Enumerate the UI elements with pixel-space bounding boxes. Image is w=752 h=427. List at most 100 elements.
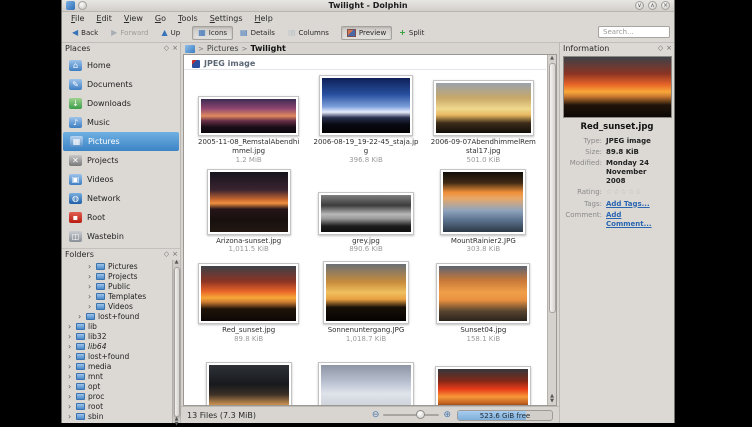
expander-icon[interactable]: › [68, 342, 73, 351]
folder-item-root[interactable]: ›root [62, 401, 180, 411]
expander-icon[interactable]: › [68, 352, 73, 361]
expander-icon[interactable]: › [68, 362, 73, 371]
breadcrumb-root-icon[interactable] [185, 45, 195, 53]
folder-item-projects[interactable]: ›Projects [62, 271, 180, 281]
file-item[interactable]: grey.jpg890.6 KiB [307, 171, 424, 254]
zoom-in-icon[interactable]: ⊕ [443, 410, 451, 420]
place-item-projects[interactable]: ✕Projects [62, 151, 180, 170]
preview-toggle-button[interactable]: Preview [341, 26, 392, 40]
close-button[interactable]: × [661, 1, 670, 10]
file-item[interactable] [425, 350, 542, 406]
place-item-wastebin[interactable]: ◫Wastebin [62, 227, 180, 246]
expander-icon[interactable]: › [68, 382, 73, 391]
file-item[interactable]: Sunset04.jpg158.1 KiB [425, 260, 542, 343]
forward-button[interactable]: ▶ Forward [105, 26, 154, 40]
expander-icon[interactable]: › [68, 402, 73, 411]
folder-item-opt[interactable]: ›opt [62, 381, 180, 391]
folder-item-proc[interactable]: ›proc [62, 391, 180, 401]
menu-item-settings[interactable]: Settings [205, 14, 248, 23]
zoom-out-icon[interactable]: ⊖ [372, 410, 380, 420]
columns-view-button[interactable]: ▥ Columns [282, 26, 335, 40]
file-item[interactable]: 2005-11-08_RemstalAbendhimmel.jpg1.2 MiB [190, 72, 307, 164]
view-scroll-up-icon[interactable]: ▲ [550, 56, 554, 61]
maximize-button[interactable]: ∧ [648, 1, 657, 10]
breadcrumb-segment-twilight[interactable]: Twilight [250, 44, 285, 53]
expander-icon[interactable]: › [88, 292, 93, 301]
folder-item-lost+found[interactable]: ›lost+found [62, 311, 180, 321]
file-item[interactable]: Sonnenuntergang.JPG1,018.7 KiB [307, 260, 424, 343]
menu-item-edit[interactable]: Edit [91, 14, 117, 23]
place-item-videos[interactable]: ▣Videos [62, 170, 180, 189]
folder-item-lib64[interactable]: ›lib64 [62, 341, 180, 351]
free-space-label: 523.6 GiB free [458, 412, 552, 420]
back-button[interactable]: ◀ Back [66, 26, 104, 40]
view-scrollbar[interactable]: ▲ ▲ ▼ [547, 55, 556, 405]
folder-item-lost+found[interactable]: ›lost+found [62, 351, 180, 361]
expander-icon[interactable]: › [88, 272, 93, 281]
folder-item-sbin[interactable]: ›sbin [62, 411, 180, 421]
file-item[interactable]: Arizona-sunset.jpg1,011.5 KiB [190, 171, 307, 254]
folders-scroll-up-icon[interactable]: ▲ [175, 260, 179, 265]
file-name: Sunset04.jpg [429, 326, 537, 335]
file-item[interactable]: 2006-09-07AbendhimmelRemstal17.jpg501.0 … [425, 72, 542, 164]
expander-icon[interactable]: › [68, 392, 73, 401]
places-close-icon[interactable]: × [172, 43, 178, 54]
place-item-home[interactable]: ⌂Home [62, 56, 180, 75]
icons-view-button[interactable]: ▦ Icons [192, 26, 233, 40]
folder-item-public[interactable]: ›Public [62, 281, 180, 291]
minimize-button[interactable]: ∨ [635, 1, 644, 10]
folder-item-media[interactable]: ›media [62, 361, 180, 371]
breadcrumb-segment-pictures[interactable]: Pictures [207, 44, 239, 53]
place-item-root[interactable]: ▪Root [62, 208, 180, 227]
place-item-music[interactable]: ♪Music [62, 113, 180, 132]
menu-item-go[interactable]: Go [150, 14, 171, 23]
rating-stars[interactable]: ☆☆☆☆☆ [606, 188, 668, 197]
thumb-area [198, 72, 299, 136]
up-button[interactable]: ▲ Up [155, 26, 186, 40]
expander-icon[interactable]: › [88, 282, 93, 291]
place-item-downloads[interactable]: ↓Downloads [62, 94, 180, 113]
details-view-button[interactable]: ▤ Details [234, 26, 281, 40]
file-item[interactable]: MountRainier2.JPG303.8 KiB [425, 171, 542, 254]
menu-item-file[interactable]: File [66, 14, 89, 23]
places-float-icon[interactable]: ◇ [164, 43, 169, 54]
place-item-network[interactable]: ◍Network [62, 189, 180, 208]
folder-item-lib[interactable]: ›lib [62, 321, 180, 331]
information-float-icon[interactable]: ◇ [658, 43, 663, 54]
add-comment-link[interactable]: Add Comment... [606, 211, 652, 228]
folders-scroll-thumb[interactable] [174, 267, 180, 417]
folder-item-mnt[interactable]: ›mnt [62, 371, 180, 381]
search-input[interactable] [598, 26, 670, 38]
expander-icon[interactable]: › [88, 302, 93, 311]
menu-item-tools[interactable]: Tools [173, 14, 203, 23]
folder-item-templates[interactable]: ›Templates [62, 291, 180, 301]
expander-icon[interactable]: › [68, 372, 73, 381]
file-item[interactable] [307, 350, 424, 406]
expander-icon[interactable]: › [68, 412, 73, 421]
view-scroll-thumb[interactable] [549, 63, 556, 313]
network-icon: ◍ [69, 193, 82, 204]
expander-icon[interactable]: › [78, 312, 83, 321]
file-item[interactable] [190, 350, 307, 406]
expander-icon[interactable]: › [68, 332, 73, 341]
expander-icon[interactable]: › [68, 322, 73, 331]
menu-item-help[interactable]: Help [250, 14, 278, 23]
pictures-icon: ▦ [70, 136, 83, 147]
file-item[interactable]: Red_sunset.jpg89.8 KiB [190, 260, 307, 343]
split-button[interactable]: + Split [393, 26, 430, 40]
zoom-slider-handle[interactable] [416, 410, 425, 419]
place-item-documents[interactable]: ✎Documents [62, 75, 180, 94]
zoom-slider[interactable] [383, 414, 439, 416]
folder-item-lib32[interactable]: ›lib32 [62, 331, 180, 341]
folders-float-icon[interactable]: ◇ [164, 249, 169, 260]
file-item[interactable]: 2006-08-19_19-22-45_staja.jpg396.8 KiB [307, 72, 424, 164]
folder-item-pictures[interactable]: ›Pictures [62, 261, 180, 271]
expander-icon[interactable]: › [88, 262, 93, 271]
folders-scrollbar[interactable]: ▲ ▲ ▼ [172, 260, 180, 423]
information-close-icon[interactable]: × [666, 43, 672, 54]
folder-item-videos[interactable]: ›Videos [62, 301, 180, 311]
menu-item-view[interactable]: View [119, 14, 148, 23]
view-scroll-down-icon[interactable]: ▼ [550, 399, 554, 404]
place-item-pictures[interactable]: ▦Pictures [63, 132, 179, 151]
add-tags-link[interactable]: Add Tags... [606, 200, 650, 208]
